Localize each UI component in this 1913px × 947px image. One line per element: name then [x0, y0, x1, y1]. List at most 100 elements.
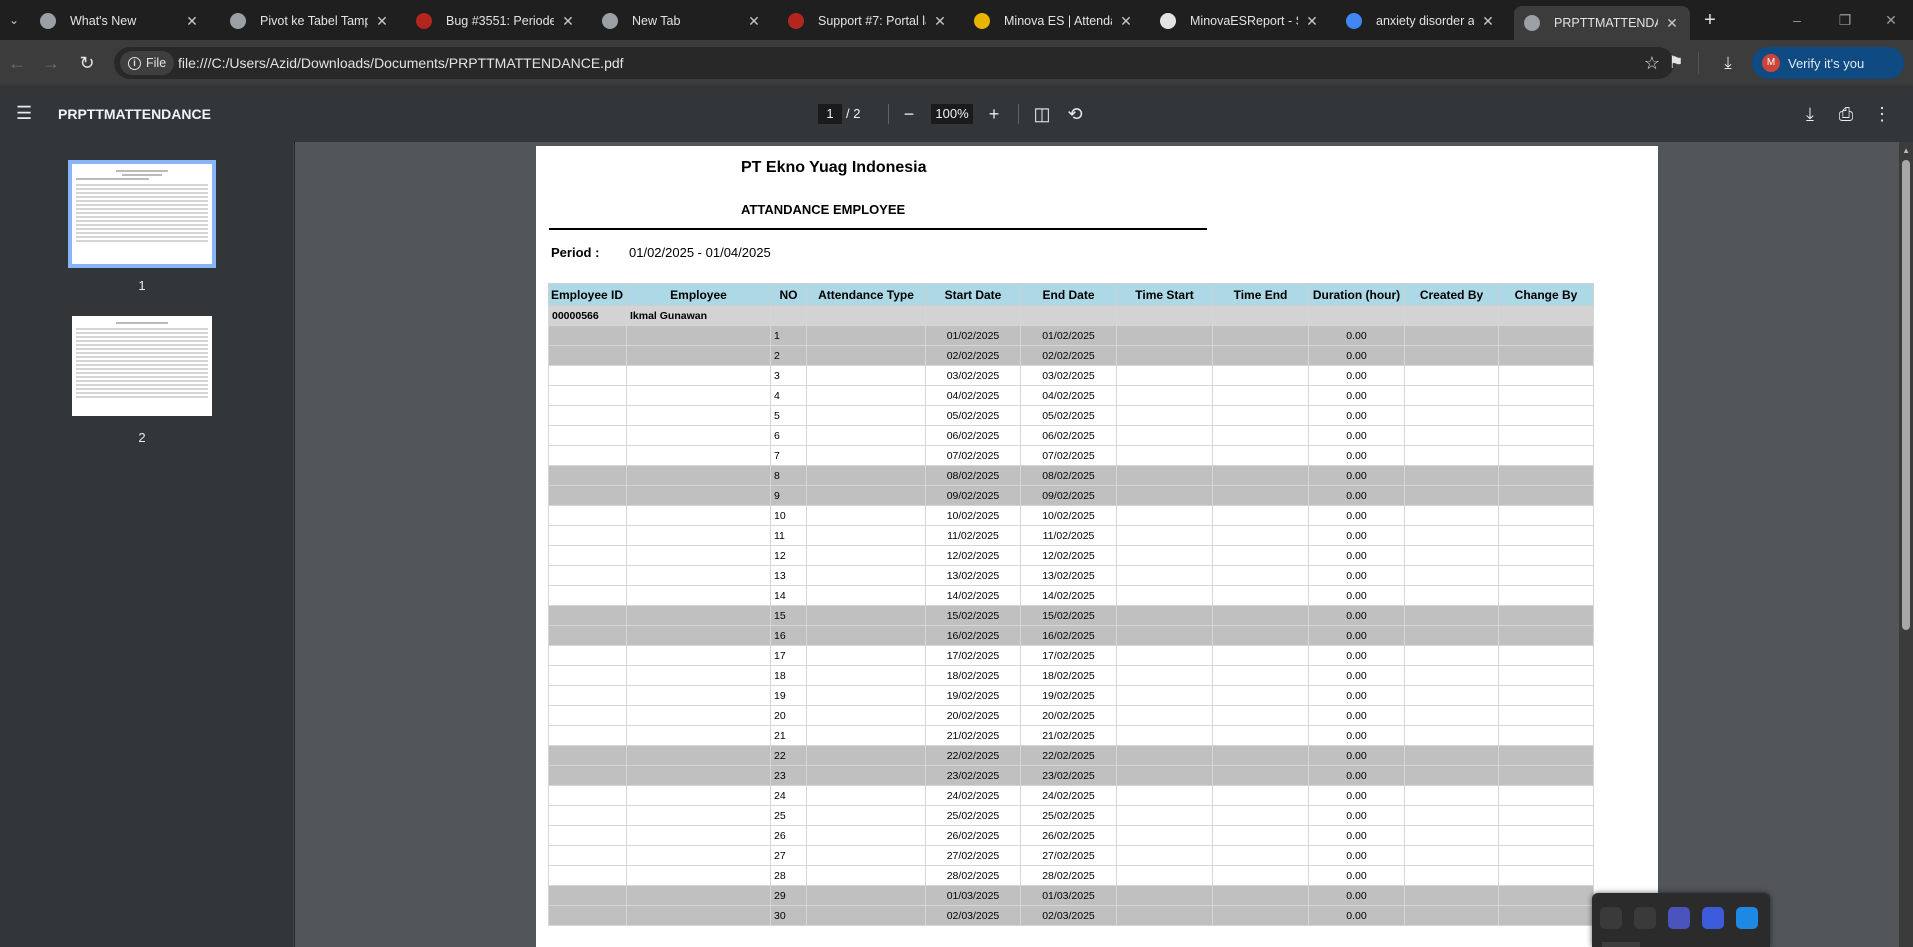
employee-name-cell: [626, 865, 771, 886]
table-row: 1 01/02/2025 01/02/2025 0.00: [548, 325, 1594, 346]
created-by-cell: [1404, 585, 1499, 606]
tab[interactable]: New Tab ✕: [592, 6, 772, 36]
minimize-icon[interactable]: –: [1782, 8, 1812, 32]
time-end-cell: [1212, 365, 1309, 386]
tab-strip: ⌄ What's New ✕ Pivot ke Tabel Tampu ✕ Bug #3…: [0, 0, 1913, 40]
tab[interactable]: PRPTTMATTENDANC ✕: [1514, 6, 1690, 40]
tab-close-icon[interactable]: ✕: [932, 13, 948, 29]
start-date-cell: 19/02/2025: [925, 685, 1021, 706]
back-icon[interactable]: ←: [4, 50, 30, 76]
tray-indicator: [1602, 942, 1640, 947]
tab[interactable]: Bug #3551: Periode B ✕: [406, 6, 586, 36]
tab-close-icon[interactable]: ✕: [1118, 13, 1134, 29]
time-start-cell: [1116, 385, 1213, 406]
change-by-cell: [1498, 645, 1594, 666]
scrollbar-thumb[interactable]: [1902, 160, 1910, 630]
restore-icon[interactable]: ❐: [1830, 8, 1860, 32]
pdf-toolbar: ☰ PRPTTMATTENDANCE 1 / 2 − 100% + ◫ ⟲ ⤓ …: [0, 86, 1913, 142]
duration-cell: 0.00: [1308, 405, 1405, 426]
forward-icon[interactable]: →: [38, 50, 64, 76]
duration-cell: 0.00: [1308, 685, 1405, 706]
start-date-cell: 02/03/2025: [925, 905, 1021, 926]
duration-cell: 0.00: [1308, 725, 1405, 746]
tab[interactable]: anxiety disorder adal ✕: [1336, 6, 1506, 36]
copilot-icon[interactable]: [1600, 907, 1622, 929]
thumbnail-page-1[interactable]: 1: [68, 160, 216, 293]
time-start-cell: [1116, 605, 1213, 626]
scroll-up-arrow-icon[interactable]: ▲: [1902, 146, 1910, 155]
table-row: 18 18/02/2025 18/02/2025 0.00: [548, 665, 1594, 686]
attendance-type-cell: [806, 585, 926, 606]
tab-close-icon[interactable]: ✕: [1480, 13, 1496, 29]
duration-cell: 0.00: [1308, 745, 1405, 766]
rotate-icon[interactable]: ⟲: [1063, 102, 1087, 126]
tab-close-icon[interactable]: ✕: [1664, 15, 1680, 31]
zoom-in-icon[interactable]: +: [982, 102, 1006, 126]
tab[interactable]: What's New ✕: [30, 6, 210, 36]
tab-close-icon[interactable]: ✕: [746, 13, 762, 29]
start-date-cell: 03/02/2025: [925, 365, 1021, 386]
profile-verify-button[interactable]: M Verify it's you: [1752, 47, 1904, 79]
table-row: 4 04/02/2025 04/02/2025 0.00: [548, 385, 1594, 406]
time-start-cell: [1116, 785, 1213, 806]
fit-page-icon[interactable]: ◫: [1030, 102, 1054, 126]
pdf-viewport[interactable]: PT Ekno Yuag Indonesia ATTANDANCE EMPLOY…: [295, 142, 1913, 947]
attendance-type-cell: [806, 745, 926, 766]
employee-id-cell: [548, 845, 627, 866]
employee-name-cell: [626, 425, 771, 446]
tab[interactable]: MinovaESReport - SQ ✕: [1150, 6, 1330, 36]
employee-name-cell: [626, 565, 771, 586]
tab-close-icon[interactable]: ✕: [184, 13, 200, 29]
empty-cell: [1308, 305, 1405, 326]
time-start-cell: [1116, 445, 1213, 466]
employee-id-cell: [548, 545, 627, 566]
reload-icon[interactable]: ↻: [74, 50, 100, 76]
table-row: 23 23/02/2025 23/02/2025 0.00: [548, 765, 1594, 786]
extensions-icon[interactable]: ⚑: [1664, 51, 1688, 75]
tab[interactable]: Minova ES | Attendan ✕: [964, 6, 1144, 36]
address-bar[interactable]: i File file:///C:/Users/Azid/Downloads/D…: [114, 47, 1674, 79]
defender-icon[interactable]: [1736, 907, 1758, 929]
bookmark-star-icon[interactable]: ☆: [1644, 51, 1660, 75]
clock-app-icon[interactable]: [1702, 907, 1724, 929]
nvidia-icon[interactable]: [1634, 907, 1656, 929]
end-date-cell: 25/02/2025: [1020, 805, 1117, 826]
tab-search-chevron-icon[interactable]: ⌄: [4, 10, 24, 30]
tab[interactable]: Support #7: Portal la ✕: [778, 6, 958, 36]
employee-id-cell: [548, 685, 627, 706]
menu-icon[interactable]: ☰: [16, 103, 36, 123]
start-date-cell: 15/02/2025: [925, 605, 1021, 626]
employee-id-cell: [548, 385, 627, 406]
table-row: 30 02/03/2025 02/03/2025 0.00: [548, 905, 1594, 926]
site-info-chip[interactable]: i File: [120, 51, 175, 75]
employee-name-cell: [626, 745, 771, 766]
teams-icon[interactable]: [1668, 907, 1690, 929]
end-date-cell: 28/02/2025: [1020, 865, 1117, 886]
download-icon[interactable]: ⤓: [1798, 102, 1822, 126]
attendance-table: Employee ID Employee NO Attendance Type Star…: [548, 283, 1594, 926]
zoom-input[interactable]: 100%: [931, 104, 973, 124]
change-by-cell: [1498, 485, 1594, 506]
attendance-type-cell: [806, 845, 926, 866]
page-number-input[interactable]: 1: [818, 104, 842, 124]
time-end-cell: [1212, 525, 1309, 546]
new-tab-button[interactable]: +: [1698, 8, 1722, 32]
print-icon[interactable]: ⎙: [1834, 102, 1858, 126]
tab-close-icon[interactable]: ✕: [1304, 13, 1320, 29]
change-by-cell: [1498, 905, 1594, 926]
url-text[interactable]: file:///C:/Users/Azid/Downloads/Document…: [178, 47, 624, 79]
close-window-icon[interactable]: ✕: [1876, 8, 1906, 32]
attendance-type-cell: [806, 345, 926, 366]
table-row: 5 05/02/2025 05/02/2025 0.00: [548, 405, 1594, 426]
thumbnail-page-2[interactable]: 2: [69, 316, 215, 445]
tab-close-icon[interactable]: ✕: [374, 13, 390, 29]
created-by-cell: [1404, 605, 1499, 626]
tab[interactable]: Pivot ke Tabel Tampu ✕: [220, 6, 400, 36]
more-options-icon[interactable]: ⋮: [1870, 102, 1894, 126]
zoom-out-icon[interactable]: −: [897, 102, 921, 126]
row-number-cell: 13: [770, 565, 807, 586]
downloads-icon[interactable]: ⤓: [1716, 51, 1740, 75]
row-number-cell: 8: [770, 465, 807, 486]
row-number-cell: 25: [770, 805, 807, 826]
tab-close-icon[interactable]: ✕: [560, 13, 576, 29]
